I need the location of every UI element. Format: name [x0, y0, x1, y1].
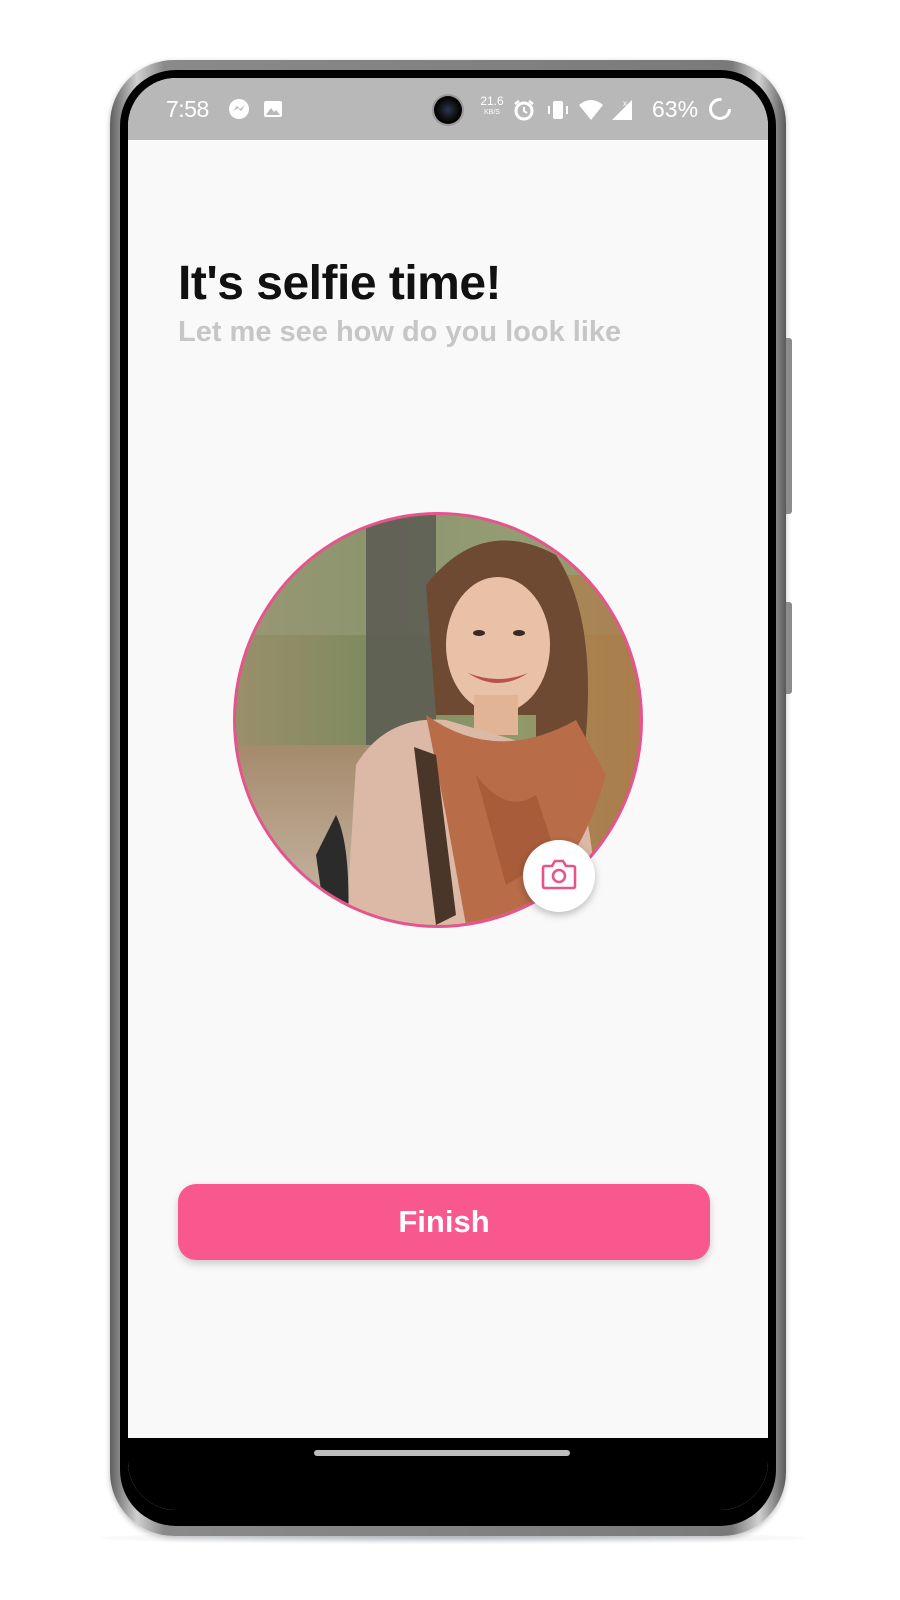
status-bar: 7:58 21.6 KB/S x 63% — [128, 78, 768, 140]
camera-icon — [541, 858, 577, 895]
status-time: 7:58 — [166, 96, 209, 122]
page-subtitle: Let me see how do you look like — [178, 316, 622, 348]
net-speed: 21.6 KB/S — [478, 94, 506, 118]
battery-percent: 63% — [652, 96, 699, 122]
device-mockup: 7:58 21.6 KB/S x 63% It's selfie time! L… — [0, 0, 900, 1600]
net-speed-value: 21.6 — [480, 94, 504, 108]
svg-text:x: x — [623, 99, 627, 108]
power-button — [786, 602, 792, 694]
page-title: It's selfie time! — [178, 257, 502, 310]
signal-icon: x — [610, 98, 632, 120]
change-photo-button[interactable] — [523, 840, 595, 912]
battery-charging-icon — [708, 97, 731, 120]
front-camera — [434, 96, 462, 124]
navigation-bar — [128, 1438, 768, 1510]
app-screen: 7:58 21.6 KB/S x 63% It's selfie time! L… — [128, 78, 768, 1510]
vibrate-icon — [546, 98, 568, 120]
volume-button — [786, 338, 792, 514]
home-indicator[interactable] — [314, 1450, 570, 1456]
wifi-icon — [578, 98, 603, 120]
profile-photo-picker — [233, 512, 643, 928]
finish-button[interactable]: Finish — [178, 1184, 710, 1260]
messenger-icon — [228, 98, 250, 120]
phone-bezel: 7:58 21.6 KB/S x 63% It's selfie time! L… — [120, 70, 776, 1526]
alarm-icon — [512, 98, 534, 121]
gallery-icon — [262, 98, 284, 120]
net-speed-unit: KB/S — [484, 109, 500, 116]
